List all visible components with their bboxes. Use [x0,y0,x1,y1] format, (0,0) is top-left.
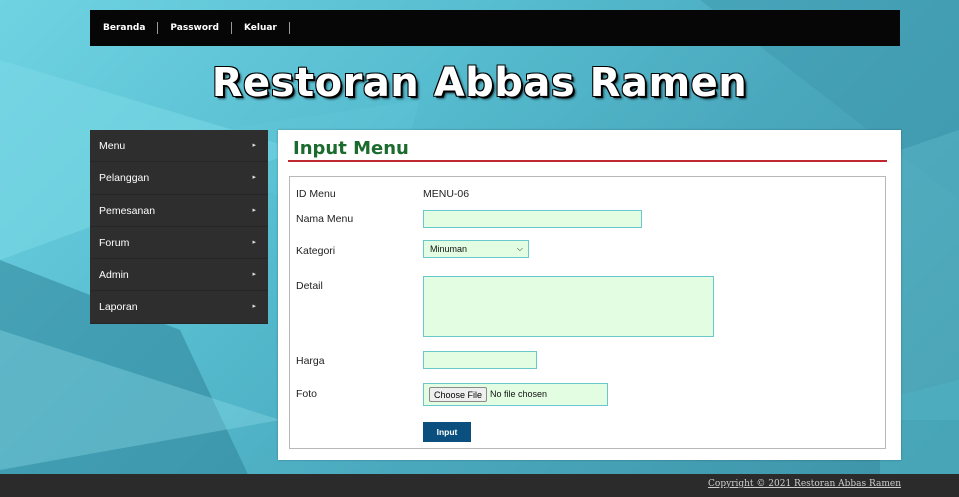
sidebar-item-pelanggan[interactable]: Pelanggan ▸ [90,162,268,195]
footer: Copyright © 2021 Restoran Abbas Ramen [0,474,959,497]
page-background: Beranda Password Keluar Restoran Abbas R… [0,0,959,497]
sidebar-item-forum[interactable]: Forum ▸ [90,227,268,260]
nav-password[interactable]: Password [158,22,232,34]
chevron-right-icon: ▸ [252,303,256,311]
kategori-select[interactable]: Minuman ⌵ [423,240,529,258]
sidebar-item-pemesanan[interactable]: Pemesanan ▸ [90,195,268,227]
sidebar-item-label: Admin [99,269,129,282]
nama-menu-input[interactable] [423,210,642,228]
sidebar-item-label: Pemesanan [99,204,156,217]
sidebar-item-admin[interactable]: Admin ▸ [90,259,268,292]
copyright-link[interactable]: Copyright © 2021 Restoran Abbas Ramen [708,479,901,489]
sidebar-item-label: Laporan [99,301,138,314]
site-title: Restoran Abbas Ramen [211,60,748,106]
nav-beranda[interactable]: Beranda [90,22,159,34]
chevron-right-icon: ▸ [252,271,256,279]
sidebar: Menu ▸ Pelanggan ▸ Pemesanan ▸ Forum ▸ A… [90,130,268,324]
chevron-right-icon: ▸ [252,206,256,214]
harga-label: Harga [296,355,325,367]
foto-file-input: Choose File No file chosen [423,383,608,406]
sidebar-item-label: Menu [99,140,126,152]
chevron-right-icon: ▸ [252,142,256,149]
kategori-selected-value: Minuman [430,244,468,254]
page-title: Input Menu [293,138,409,159]
nav-keluar[interactable]: Keluar [232,22,290,34]
top-navigation: Beranda Password Keluar [90,10,900,46]
sidebar-item-laporan[interactable]: Laporan ▸ [90,291,268,324]
input-submit-button[interactable]: Input [423,422,471,442]
sidebar-item-label: Forum [99,236,130,249]
harga-input[interactable] [423,351,537,369]
input-menu-form: ID Menu MENU-06 Nama Menu Kategori Minum… [289,176,886,449]
id-menu-value: MENU-06 [423,188,470,200]
chevron-down-icon: ⌵ [516,244,523,253]
id-menu-label: ID Menu [296,188,336,200]
file-status-text: No file chosen [490,389,548,399]
choose-file-button[interactable]: Choose File [429,387,488,402]
foto-label: Foto [296,388,318,400]
nama-menu-label: Nama Menu [296,213,354,225]
kategori-label: Kategori [296,245,336,257]
detail-label: Detail [296,280,323,292]
chevron-right-icon: ▸ [252,174,256,182]
chevron-right-icon: ▸ [252,238,256,246]
detail-textarea[interactable] [423,276,714,337]
sidebar-item-label: Pelanggan [99,172,150,185]
sidebar-item-menu[interactable]: Menu ▸ [90,130,268,163]
title-divider [288,160,887,162]
main-panel: Input Menu ID Menu MENU-06 Nama Menu Kat… [278,130,901,460]
